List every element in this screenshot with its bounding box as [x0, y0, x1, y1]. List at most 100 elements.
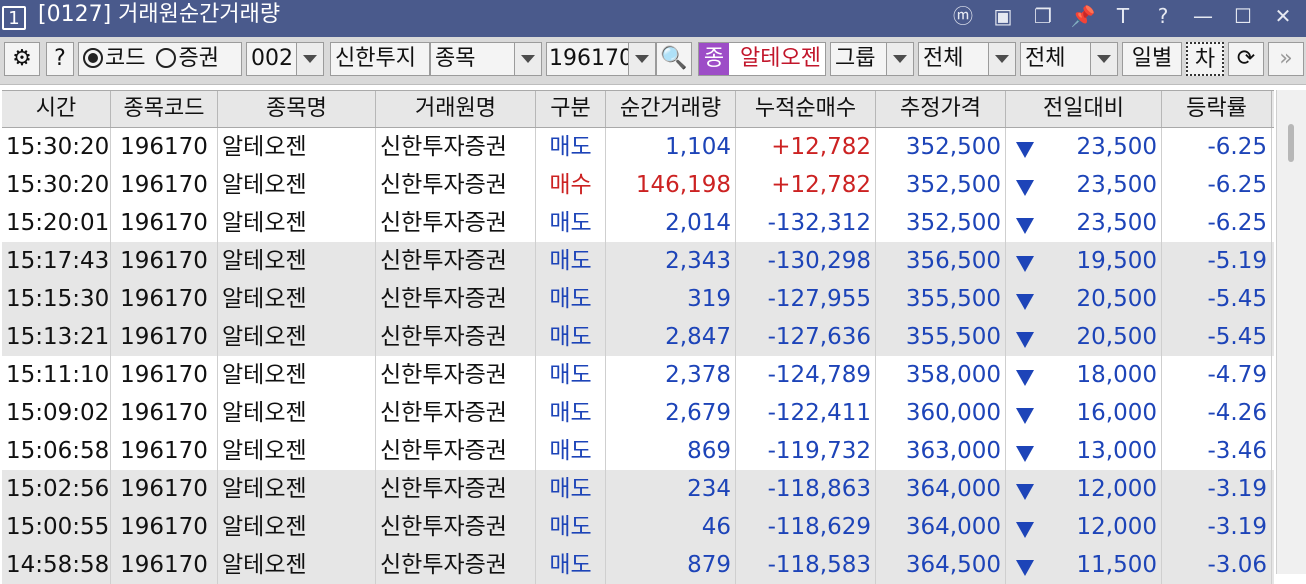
header-broker[interactable]: 거래원명: [376, 91, 536, 127]
cell-rate: -4.79: [1162, 356, 1272, 394]
cell-diff: 23,500: [1006, 166, 1162, 204]
cell-diff-value: 12,000: [1076, 514, 1157, 540]
header-code[interactable]: 종목코드: [111, 91, 218, 127]
table-row[interactable]: 15:06:58 196170 알테오젠 신한투자증권 매도 869 -119,732 363…: [2, 432, 1274, 470]
header-diff[interactable]: 전일대비: [1006, 91, 1162, 127]
header-side[interactable]: 구분: [536, 91, 606, 127]
help-button[interactable]: ?: [46, 42, 74, 76]
cell-volume: 2,847: [606, 318, 736, 356]
scrollbar-thumb[interactable]: [1288, 124, 1294, 162]
cell-rate: -5.45: [1162, 280, 1272, 318]
minimize-icon[interactable]: —: [1190, 3, 1216, 29]
m-icon[interactable]: ⓜ: [950, 3, 976, 29]
more-button[interactable]: »: [1268, 42, 1304, 76]
cell-side: 매도: [536, 432, 606, 470]
filter-select-2[interactable]: 전체: [1020, 42, 1118, 76]
cell-broker: 신한투자증권: [376, 204, 536, 242]
cell-cumulative: -127,636: [736, 318, 876, 356]
title-bar: 1 [0127] 거래원순간거래량 ⓜ ▣ ❐ 📌 T ? — ☐ ✕: [0, 0, 1306, 37]
table-row[interactable]: 15:09:02 196170 알테오젠 신한투자증권 매도 2,679 -122,411 3…: [2, 394, 1274, 432]
cell-side: 매도: [536, 204, 606, 242]
chevron-down-icon[interactable]: [628, 43, 655, 75]
cell-diff-value: 23,500: [1076, 210, 1157, 236]
table-row[interactable]: 14:58:58 196170 알테오젠 신한투자증권 매도 879 -118,583 364…: [2, 546, 1274, 584]
refresh-button[interactable]: ⟳: [1228, 42, 1264, 76]
table-row[interactable]: 15:00:55 196170 알테오젠 신한투자증권 매도 46 -118,629 364,…: [2, 508, 1274, 546]
cell-code: 196170: [111, 432, 218, 470]
vertical-scrollbar[interactable]: [1276, 90, 1306, 574]
cell-broker: 신한투자증권: [376, 128, 536, 166]
search-button[interactable]: 🔍: [656, 42, 692, 76]
cell-price: 355,500: [876, 280, 1006, 318]
cell-volume: 879: [606, 546, 736, 584]
cell-code: 196170: [111, 166, 218, 204]
close-icon[interactable]: ✕: [1270, 3, 1296, 29]
radio-code[interactable]: [83, 48, 103, 68]
chevron-down-icon[interactable]: [886, 43, 913, 75]
restore-icon[interactable]: ❐: [1030, 3, 1056, 29]
table-row[interactable]: 15:30:20 196170 알테오젠 신한투자증권 매도 1,104 +12,782 35…: [2, 128, 1274, 166]
chevron-down-icon[interactable]: [296, 43, 323, 75]
cell-code: 196170: [111, 318, 218, 356]
layout-icon[interactable]: ▣: [990, 3, 1016, 29]
cell-name: 알테오젠: [218, 546, 376, 584]
down-triangle-icon: [1016, 522, 1034, 538]
cell-broker: 신한투자증권: [376, 546, 536, 584]
cell-time: 15:13:21: [2, 318, 111, 356]
cell-name: 알테오젠: [218, 356, 376, 394]
radio-code-label: 코드: [105, 46, 146, 71]
cell-diff: 20,500: [1006, 280, 1162, 318]
maximize-icon[interactable]: ☐: [1230, 3, 1256, 29]
chart-button[interactable]: 차: [1186, 42, 1224, 76]
header-cumulative[interactable]: 누적순매수: [736, 91, 876, 127]
daily-button[interactable]: 일별: [1122, 42, 1182, 76]
header-rate[interactable]: 등락률: [1162, 91, 1272, 127]
table-row[interactable]: 15:20:01 196170 알테오젠 신한투자증권 매도 2,014 -132,312 3…: [2, 204, 1274, 242]
stock-name-value: 알테오젠: [740, 46, 821, 71]
cell-side: 매도: [536, 546, 606, 584]
pin-icon[interactable]: 📌: [1070, 3, 1096, 29]
table-row[interactable]: 15:17:43 196170 알테오젠 신한투자증권 매도 2,343 -130,298 3…: [2, 242, 1274, 280]
cell-name: 알테오젠: [218, 432, 376, 470]
cell-diff: 19,500: [1006, 242, 1162, 280]
table-row[interactable]: 15:15:30 196170 알테오젠 신한투자증권 매도 319 -127,955 355…: [2, 280, 1274, 318]
table-row[interactable]: 15:30:20 196170 알테오젠 신한투자증권 매수 146,198 +12,782…: [2, 166, 1274, 204]
cell-diff-value: 20,500: [1076, 286, 1157, 312]
header-price[interactable]: 추정가격: [876, 91, 1006, 127]
broker-code-select[interactable]: 002: [246, 42, 324, 76]
filter-select-2-value: 전체: [1025, 46, 1066, 71]
chevron-down-icon[interactable]: [988, 43, 1015, 75]
filter-select-1[interactable]: 전체: [918, 42, 1016, 76]
cell-price: 364,000: [876, 470, 1006, 508]
cell-price: 364,000: [876, 508, 1006, 546]
down-triangle-icon: [1016, 256, 1034, 272]
cell-code: 196170: [111, 508, 218, 546]
radio-broker[interactable]: [156, 48, 177, 68]
cell-rate: -3.19: [1162, 470, 1272, 508]
settings-button[interactable]: ⚙: [4, 42, 40, 76]
stock-code-input[interactable]: 196170: [546, 42, 656, 76]
cell-name: 알테오젠: [218, 166, 376, 204]
font-icon[interactable]: T: [1110, 3, 1136, 29]
header-time[interactable]: 시간: [2, 91, 111, 127]
cell-time: 15:06:58: [2, 432, 111, 470]
cell-side: 매도: [536, 128, 606, 166]
stock-code-value: 196170: [549, 46, 633, 71]
cell-diff-value: 20,500: [1076, 324, 1157, 350]
chevron-down-icon[interactable]: [1090, 43, 1117, 75]
help-icon[interactable]: ?: [1150, 3, 1176, 29]
cell-name: 알테오젠: [218, 242, 376, 280]
broker-name-field[interactable]: 신한투지: [330, 42, 430, 76]
header-name[interactable]: 종목명: [218, 91, 376, 127]
chevron-down-icon[interactable]: [514, 43, 541, 75]
cell-name: 알테오젠: [218, 204, 376, 242]
stock-type-select[interactable]: 종목: [430, 42, 542, 76]
group-select[interactable]: 그룹: [830, 42, 914, 76]
cell-volume: 869: [606, 432, 736, 470]
table-row[interactable]: 15:13:21 196170 알테오젠 신한투자증권 매도 2,847 -127,636 3…: [2, 318, 1274, 356]
cell-diff: 12,000: [1006, 508, 1162, 546]
header-volume[interactable]: 순간거래량: [606, 91, 736, 127]
cell-name: 알테오젠: [218, 394, 376, 432]
table-row[interactable]: 15:02:56 196170 알테오젠 신한투자증권 매도 234 -118,863 364…: [2, 470, 1274, 508]
table-row[interactable]: 15:11:10 196170 알테오젠 신한투자증권 매도 2,378 -124,789 3…: [2, 356, 1274, 394]
